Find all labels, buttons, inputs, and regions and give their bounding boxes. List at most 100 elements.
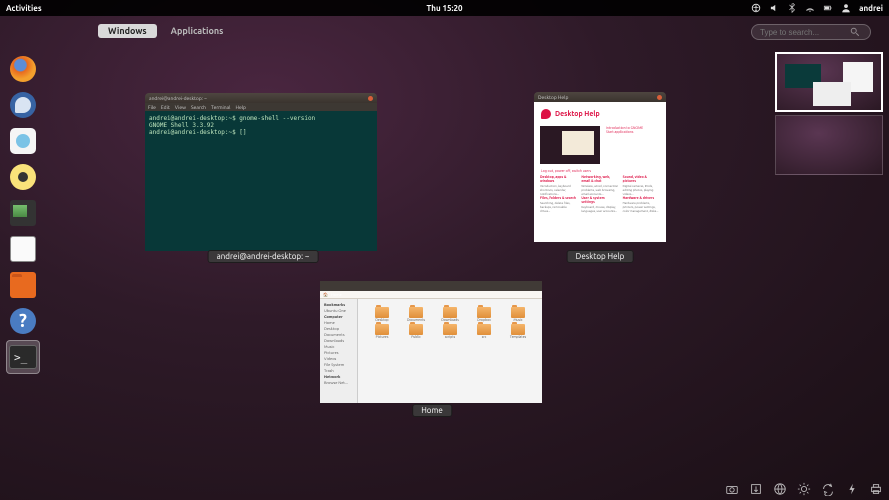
dash-thunderbird[interactable]: [6, 88, 40, 122]
menu-search: Search: [191, 104, 206, 110]
help-col-h: Desktop, apps & windows: [540, 175, 577, 183]
tab-applications[interactable]: Applications: [161, 24, 234, 38]
folder-icon: [477, 307, 491, 318]
help-col-b: Hardware problems, printers, power setti…: [623, 201, 660, 213]
help-columns: Desktop, apps & windowsIntroduction, key…: [537, 175, 663, 196]
help-col-h: Files, folders & search: [540, 196, 577, 200]
shield-icon: [541, 109, 551, 119]
menu-view: View: [175, 104, 186, 110]
tray-gear-icon[interactable]: [797, 482, 811, 496]
menu-edit: Edit: [161, 104, 170, 110]
files-titlebar: [320, 281, 542, 291]
folder-grid: Desktop Documents Downloads Dropbox Musi…: [362, 303, 538, 343]
files-pathbar: 🏠 Home: [320, 291, 542, 299]
help-col-b: Searching, delete files, backups, remova…: [540, 201, 577, 213]
terminal-line: andrei@andrei-desktop:~$ gnome-shell --v…: [149, 115, 373, 122]
help-col-b: Introduction, keyboard shortcuts, calend…: [540, 184, 577, 196]
dash-help[interactable]: ?: [6, 304, 40, 338]
activities-button[interactable]: Activities: [6, 4, 42, 13]
folder-item: src: [468, 324, 500, 339]
terminal-body: andrei@andrei-desktop:~$ gnome-shell --v…: [145, 111, 377, 251]
folder-icon: [375, 324, 389, 335]
help-col-h: Hardware & drivers: [623, 196, 660, 200]
dash-firefox[interactable]: [6, 52, 40, 86]
help-col-h: Networking, web, email & chat: [581, 175, 618, 183]
help-icon: ?: [10, 308, 36, 334]
home-icon: 🏠: [323, 292, 328, 297]
tray-update-icon[interactable]: [749, 482, 763, 496]
search-icon: [850, 27, 860, 37]
dash-shotwell[interactable]: [6, 196, 40, 230]
folder-item: Desktop: [366, 307, 398, 322]
folder-label: Pictures: [376, 335, 389, 339]
folder-item: Music: [502, 307, 534, 322]
folder-icon: [511, 324, 525, 335]
folder-item: Templates: [502, 324, 534, 339]
folder-label: scripts: [445, 335, 455, 339]
folder-item: Public: [400, 324, 432, 339]
menu-file: File: [148, 104, 156, 110]
dash-files[interactable]: [6, 268, 40, 302]
window-label-help: Desktop Help: [567, 250, 634, 263]
volume-icon[interactable]: [769, 3, 779, 13]
folder-icon: [375, 307, 389, 318]
tray-sync-icon[interactable]: [821, 482, 835, 496]
sidebar-item: Browse Net...: [322, 379, 355, 385]
window-help[interactable]: Desktop Help Desktop Help Introduction t…: [534, 92, 666, 242]
workspace-1[interactable]: [775, 52, 883, 112]
workspace-2[interactable]: [775, 115, 883, 175]
window-label-files: Home: [412, 404, 452, 417]
search-box[interactable]: [751, 24, 871, 40]
help-col-b: Digital cameras, iPods, editing photos, …: [623, 184, 660, 196]
menu-help: Help: [236, 104, 246, 110]
folder-label: Templates: [510, 335, 526, 339]
help-col-h: User & system settings: [581, 196, 618, 204]
terminal-line: andrei@andrei-desktop:~$ []: [149, 129, 373, 136]
help-intro-link: Start applications: [606, 130, 643, 134]
dash-terminal[interactable]: >_: [6, 340, 40, 374]
help-col-b: Keyboard, mouse, display, languages, use…: [581, 205, 618, 213]
help-titlebar: Desktop Help: [534, 92, 666, 102]
thunderbird-icon: [10, 92, 36, 118]
dash: ? >_: [0, 52, 44, 374]
terminal-icon: >_: [9, 345, 37, 369]
user-menu[interactable]: andrei: [859, 4, 883, 13]
terminal-titlebar: andrei@andrei-desktop: ~: [145, 93, 377, 103]
office-icon: [10, 236, 36, 262]
help-title: Desktop Help: [538, 94, 568, 100]
dash-media[interactable]: [6, 160, 40, 194]
window-files[interactable]: 🏠 Home Bookmarks Ubuntu One Computer Hom…: [320, 281, 542, 395]
files-icon: [10, 272, 36, 298]
clock[interactable]: Thu 15:20: [426, 4, 462, 13]
dash-empathy[interactable]: [6, 124, 40, 158]
dash-office[interactable]: [6, 232, 40, 266]
firefox-icon: [10, 56, 36, 82]
terminal-line: GNOME Shell 3.3.92: [149, 122, 373, 129]
tray-power-icon[interactable]: [845, 482, 859, 496]
terminal-title: andrei@andrei-desktop: ~: [149, 95, 207, 101]
window-label-terminal: andrei@andrei-desktop: ~: [208, 250, 319, 263]
folder-item: Dropbox: [468, 307, 500, 322]
files-body: Bookmarks Ubuntu One Computer Home Deskt…: [320, 299, 542, 403]
tab-windows[interactable]: Windows: [98, 24, 157, 38]
folder-item: Documents: [400, 307, 432, 322]
workspace-switcher: [775, 52, 883, 175]
folder-item: Pictures: [366, 324, 398, 339]
bluetooth-icon[interactable]: [787, 3, 797, 13]
help-body: Desktop Help Introduction to GNOME Start…: [534, 102, 666, 242]
battery-icon[interactable]: [823, 3, 833, 13]
window-terminal[interactable]: andrei@andrei-desktop: ~ File Edit View …: [145, 93, 377, 243]
folder-icon: [409, 307, 423, 318]
media-icon: [10, 164, 36, 190]
network-icon[interactable]: [805, 3, 815, 13]
tray-network-icon[interactable]: [773, 482, 787, 496]
help-heading: Desktop Help: [537, 105, 663, 123]
folder-icon: [477, 324, 491, 335]
tray-printer-icon[interactable]: [869, 482, 883, 496]
tray-camera-icon[interactable]: [725, 482, 739, 496]
search-input[interactable]: [760, 28, 850, 37]
path-segment: Home: [331, 292, 342, 297]
accessibility-icon[interactable]: [751, 3, 761, 13]
top-panel: Activities Thu 15:20 andrei: [0, 0, 889, 16]
folder-icon: [443, 307, 457, 318]
